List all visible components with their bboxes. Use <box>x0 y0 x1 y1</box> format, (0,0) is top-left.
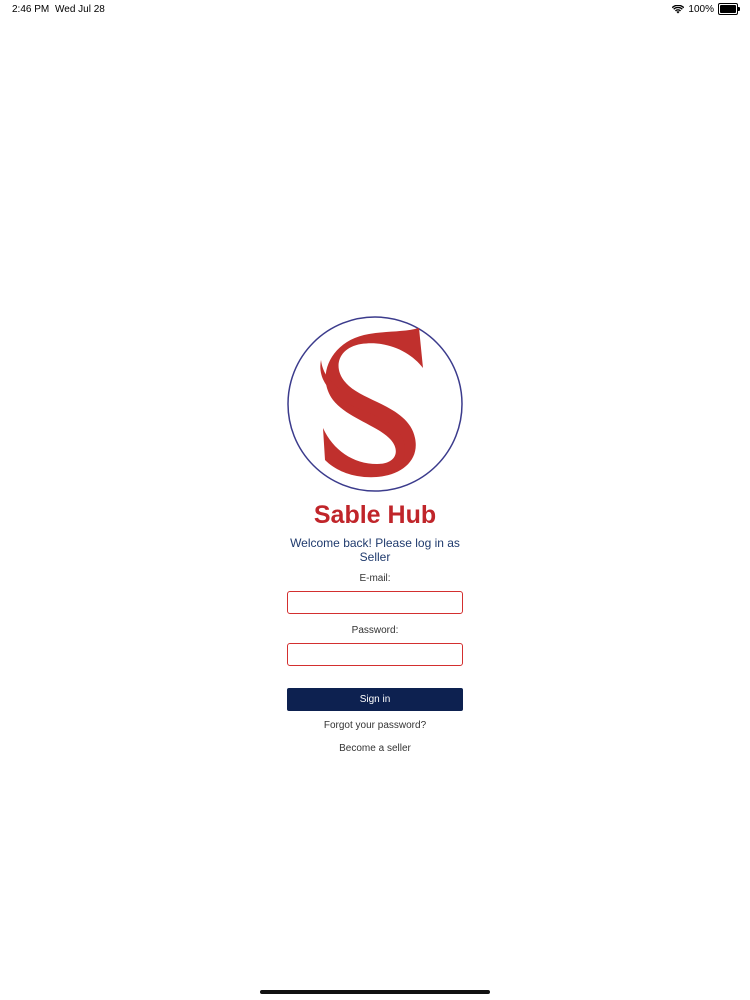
login-screen: 2:46 PM Wed Jul 28 100% Sable Hub Welcom… <box>0 0 750 1000</box>
battery-fill <box>720 5 736 13</box>
email-label: E-mail: <box>359 573 391 584</box>
password-field[interactable] <box>287 643 463 666</box>
status-indicators: 100% <box>672 3 740 15</box>
battery-icon <box>718 3 740 15</box>
battery-percent: 100% <box>688 3 714 15</box>
sign-in-button[interactable]: Sign in <box>287 688 463 711</box>
status-time: 2:46 PM <box>12 4 50 15</box>
login-form: Sable Hub Welcome back! Please log in as… <box>287 316 463 755</box>
email-field[interactable] <box>287 591 463 614</box>
battery-cap <box>738 7 740 11</box>
welcome-message: Welcome back! Please log in as Seller <box>290 536 460 564</box>
home-indicator[interactable] <box>260 990 490 994</box>
status-date: Wed Jul 28 <box>55 4 105 15</box>
become-seller-link[interactable]: Become a seller <box>339 743 411 755</box>
brand-name: Sable Hub <box>313 501 437 529</box>
wifi-icon <box>672 4 685 14</box>
forgot-password-link[interactable]: Forgot your password? <box>324 720 426 732</box>
status-bar: 2:46 PM Wed Jul 28 100% <box>0 0 750 20</box>
password-label: Password: <box>351 625 399 636</box>
sable-hub-logo <box>287 316 463 492</box>
